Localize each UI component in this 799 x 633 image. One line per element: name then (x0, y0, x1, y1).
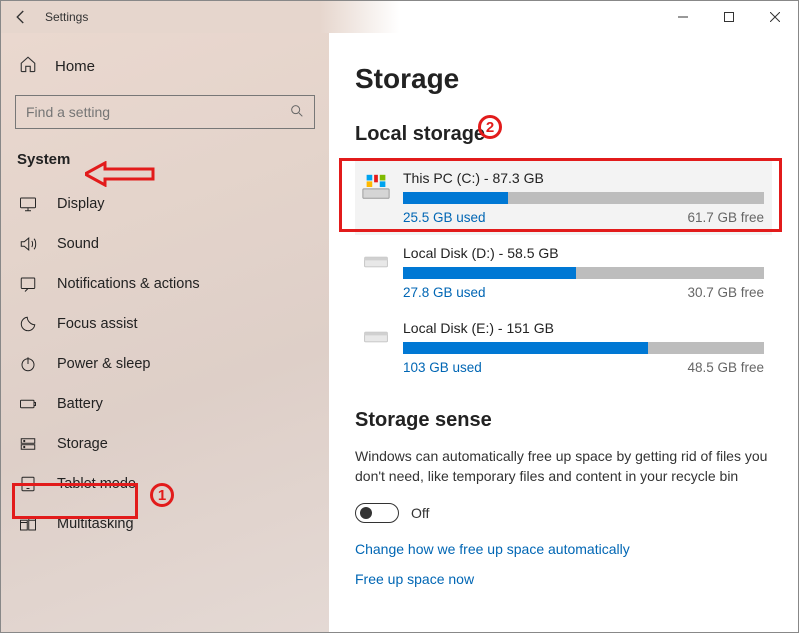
section-system-label: System (15, 151, 315, 168)
multitasking-icon (19, 515, 37, 533)
link-change-freeup[interactable]: Change how we free up space automaticall… (355, 541, 772, 557)
storage-icon (19, 435, 37, 453)
back-button[interactable] (7, 3, 35, 31)
tablet-icon (19, 475, 37, 493)
nav-label: Tablet mode (57, 476, 136, 492)
storage-sense-toggle-label: Off (411, 505, 429, 521)
drive-used: 103 GB used (403, 360, 482, 375)
main-content: Storage Local storage This PC (C:) - 87.… (329, 33, 798, 632)
drive-used: 27.8 GB used (403, 285, 486, 300)
link-freeup-now[interactable]: Free up space now (355, 571, 772, 587)
nav-label: Storage (57, 436, 108, 452)
storage-sense-heading: Storage sense (355, 409, 772, 432)
window-title: Settings (45, 10, 88, 24)
local-storage-heading: Local storage (355, 123, 772, 146)
nav-label: Focus assist (57, 316, 138, 332)
drive-c-icon (361, 172, 391, 202)
drive-d-icon (361, 247, 391, 277)
nav-tablet-mode[interactable]: Tablet mode (15, 464, 315, 504)
home-button[interactable]: Home (15, 51, 315, 95)
drive-title: Local Disk (E:) - 151 GB (403, 320, 764, 336)
drive-e-icon (361, 322, 391, 352)
display-icon (19, 195, 37, 213)
maximize-button[interactable] (706, 1, 752, 33)
drive-title: Local Disk (D:) - 58.5 GB (403, 245, 764, 261)
home-icon (19, 55, 37, 77)
sidebar: Home System Display Sound Notifications … (1, 33, 329, 632)
drive-bar (403, 267, 764, 279)
home-label: Home (55, 58, 95, 75)
drive-free: 48.5 GB free (687, 360, 764, 375)
nav-focus-assist[interactable]: Focus assist (15, 304, 315, 344)
nav-battery[interactable]: Battery (15, 384, 315, 424)
nav-label: Sound (57, 236, 99, 252)
nav-label: Power & sleep (57, 356, 151, 372)
nav-multitasking[interactable]: Multitasking (15, 504, 315, 544)
drive-bar (403, 192, 764, 204)
drive-title: This PC (C:) - 87.3 GB (403, 170, 764, 186)
drive-used: 25.5 GB used (403, 210, 486, 225)
nav-label: Display (57, 196, 105, 212)
minimize-button[interactable] (660, 1, 706, 33)
nav-label: Multitasking (57, 516, 134, 532)
page-title: Storage (355, 63, 772, 95)
nav-display[interactable]: Display (15, 184, 315, 224)
drive-c[interactable]: This PC (C:) - 87.3 GB 25.5 GB used 61.7… (355, 160, 772, 235)
search-icon (289, 103, 305, 119)
nav-sound[interactable]: Sound (15, 224, 315, 264)
drive-e[interactable]: Local Disk (E:) - 151 GB 103 GB used 48.… (355, 310, 772, 385)
titlebar: Settings (1, 1, 798, 33)
nav-storage[interactable]: Storage (15, 424, 315, 464)
drive-free: 30.7 GB free (687, 285, 764, 300)
storage-sense-description: Windows can automatically free up space … (355, 446, 772, 487)
drive-d[interactable]: Local Disk (D:) - 58.5 GB 27.8 GB used 3… (355, 235, 772, 310)
power-icon (19, 355, 37, 373)
battery-icon (19, 395, 37, 413)
settings-window: Settings Home Sy (0, 0, 799, 633)
storage-sense-toggle[interactable] (355, 503, 399, 523)
drive-bar (403, 342, 764, 354)
focus-assist-icon (19, 315, 37, 333)
sound-icon (19, 235, 37, 253)
nav-label: Battery (57, 396, 103, 412)
search-input[interactable] (15, 95, 315, 129)
nav-label: Notifications & actions (57, 276, 200, 292)
nav-power-sleep[interactable]: Power & sleep (15, 344, 315, 384)
close-button[interactable] (752, 1, 798, 33)
nav-notifications[interactable]: Notifications & actions (15, 264, 315, 304)
drive-free: 61.7 GB free (687, 210, 764, 225)
search-container (15, 95, 315, 129)
notifications-icon (19, 275, 37, 293)
